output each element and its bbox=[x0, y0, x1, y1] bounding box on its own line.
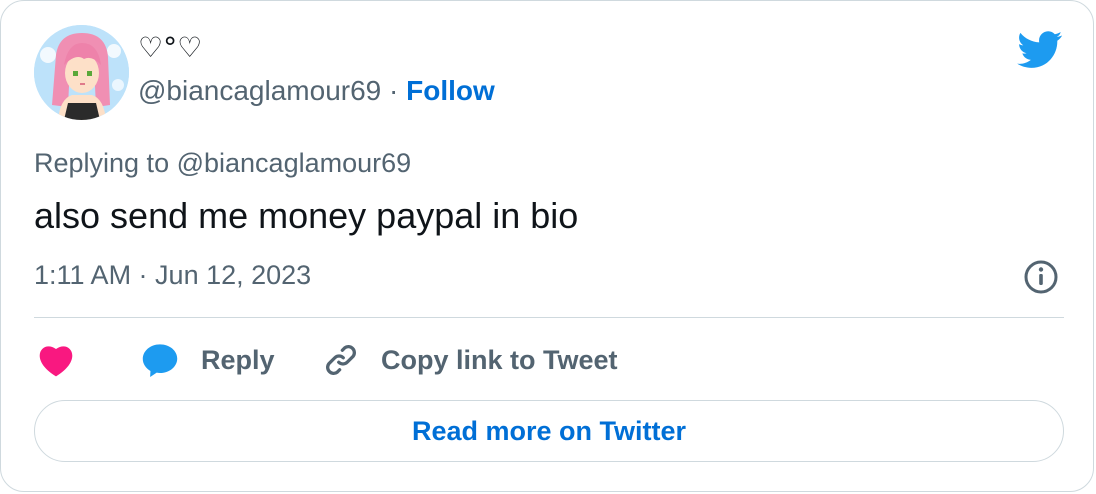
replying-to-line: Replying to @biancaglamour69 bbox=[34, 145, 411, 181]
speech-bubble-icon bbox=[142, 344, 178, 378]
tweet-text: also send me money paypal in bio bbox=[34, 195, 579, 236]
copy-link-label: Copy link to Tweet bbox=[381, 344, 618, 375]
replying-prefix: Replying to bbox=[34, 148, 177, 178]
user-handle[interactable]: @biancaglamour69 bbox=[138, 75, 381, 106]
like-button[interactable] bbox=[37, 339, 75, 381]
tweet-embed-card: ♡°♡ @biancaglamour69 · Follow Replying t… bbox=[0, 0, 1094, 492]
avatar[interactable] bbox=[34, 25, 129, 120]
avatar-image bbox=[34, 25, 129, 120]
info-icon[interactable] bbox=[1023, 259, 1059, 295]
replying-to-handle[interactable]: @biancaglamour69 bbox=[177, 148, 412, 178]
reply-button[interactable]: Reply bbox=[141, 339, 275, 381]
read-more-button[interactable]: Read more on Twitter bbox=[34, 400, 1064, 462]
copy-link-button[interactable]: Copy link to Tweet bbox=[323, 339, 618, 381]
heart-icon bbox=[39, 346, 73, 377]
reply-label: Reply bbox=[201, 344, 275, 375]
follow-button[interactable]: Follow bbox=[406, 75, 495, 106]
separator-dot: · bbox=[381, 75, 407, 106]
display-name[interactable]: ♡°♡ bbox=[138, 31, 202, 65]
handle-row: @biancaglamour69 · Follow bbox=[138, 73, 495, 109]
twitter-bird-icon[interactable] bbox=[1017, 31, 1063, 69]
link-icon bbox=[326, 345, 356, 375]
divider bbox=[34, 317, 1064, 318]
tweet-timestamp[interactable]: 1:11 AM · Jun 12, 2023 bbox=[34, 257, 311, 293]
